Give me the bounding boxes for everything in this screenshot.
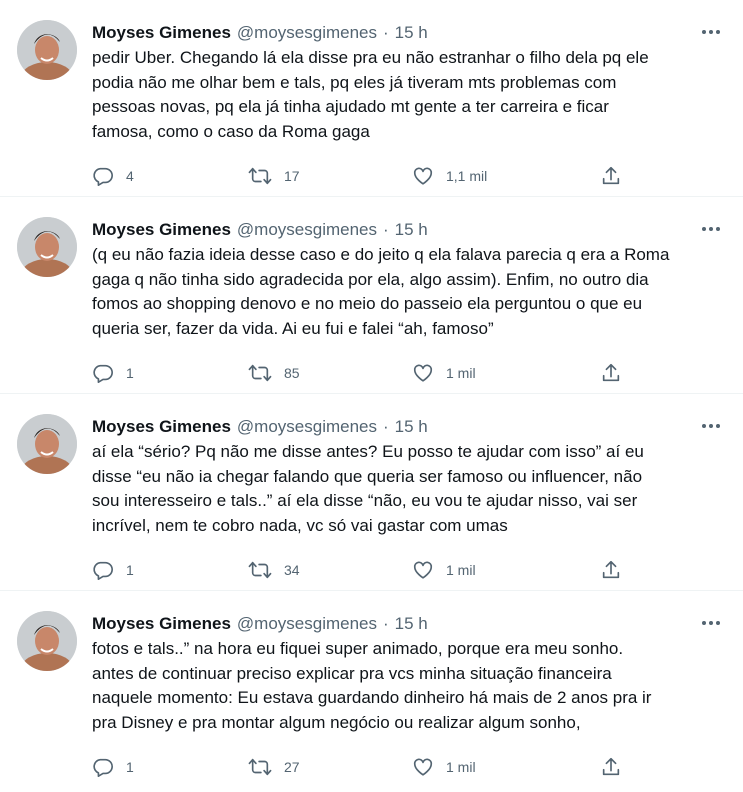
retweet-count: 34 <box>284 562 300 578</box>
profile-photo-icon <box>17 217 77 277</box>
tweet[interactable]: Moyses Gimenes @moysesgimenes · 15 h aí ela… <box>0 394 743 591</box>
more-options-icon <box>702 424 720 428</box>
share-button[interactable] <box>600 162 622 190</box>
tweet-actions: 1 85 1 mil <box>92 359 632 387</box>
like-button[interactable]: 1 mil <box>412 753 476 781</box>
author-handle[interactable]: @moysesgimenes <box>237 614 377 633</box>
tweet[interactable]: Moyses Gimenes @moysesgimenes · 15 h fotos … <box>0 591 743 788</box>
avatar[interactable] <box>17 414 77 474</box>
tweet-header: Moyses Gimenes @moysesgimenes · 15 h <box>92 22 723 44</box>
separator-dot: · <box>383 417 389 436</box>
avatar[interactable] <box>17 611 77 671</box>
timeline-feed: Moyses Gimenes @moysesgimenes · 15 h pedir … <box>0 0 743 788</box>
more-options-icon <box>702 30 720 34</box>
author-name[interactable]: Moyses Gimenes <box>92 614 231 633</box>
retweet-button[interactable]: 85 <box>248 359 300 387</box>
timestamp[interactable]: 15 h <box>395 220 428 239</box>
author-name[interactable]: Moyses Gimenes <box>92 23 231 42</box>
tweet[interactable]: Moyses Gimenes @moysesgimenes · 15 h (q eu … <box>0 197 743 394</box>
retweet-button[interactable]: 17 <box>248 162 300 190</box>
retweet-button[interactable]: 34 <box>248 556 300 584</box>
reply-count: 4 <box>126 168 134 184</box>
share-icon <box>602 560 620 579</box>
reply-icon <box>93 364 113 383</box>
retweet-icon <box>248 364 272 382</box>
like-button[interactable]: 1,1 mil <box>412 162 487 190</box>
reply-count: 1 <box>126 759 134 775</box>
more-options-icon <box>702 227 720 231</box>
share-icon <box>602 166 620 185</box>
retweet-icon <box>248 561 272 579</box>
separator-dot: · <box>383 220 389 239</box>
more-options-button[interactable] <box>697 609 725 637</box>
retweet-count: 27 <box>284 759 300 775</box>
share-icon <box>602 363 620 382</box>
tweet-text: (q eu não fazia ideia desse caso e do je… <box>92 245 670 338</box>
reply-button[interactable]: 1 <box>92 359 134 387</box>
reply-button[interactable]: 4 <box>92 162 134 190</box>
like-count: 1 mil <box>446 365 476 381</box>
avatar[interactable] <box>17 20 77 80</box>
more-options-button[interactable] <box>697 18 725 46</box>
heart-icon <box>413 561 433 579</box>
like-button[interactable]: 1 mil <box>412 359 476 387</box>
author-name[interactable]: Moyses Gimenes <box>92 417 231 436</box>
tweet-actions: 1 34 1 mil <box>92 556 632 584</box>
like-count: 1,1 mil <box>446 168 488 184</box>
reply-count: 1 <box>126 562 134 578</box>
profile-photo-icon <box>17 611 77 671</box>
retweet-icon <box>248 167 272 185</box>
more-options-icon <box>702 621 720 625</box>
reply-icon <box>93 561 113 580</box>
reply-icon <box>93 758 113 777</box>
tweet-actions: 1 27 1 mil <box>92 753 632 781</box>
retweet-count: 85 <box>284 365 300 381</box>
like-button[interactable]: 1 mil <box>412 556 476 584</box>
more-options-button[interactable] <box>697 215 725 243</box>
retweet-button[interactable]: 27 <box>248 753 300 781</box>
tweet-text: pedir Uber. Chegando lá ela disse pra eu… <box>92 48 649 141</box>
reply-button[interactable]: 1 <box>92 556 134 584</box>
retweet-count: 17 <box>284 168 300 184</box>
author-handle[interactable]: @moysesgimenes <box>237 220 377 239</box>
author-handle[interactable]: @moysesgimenes <box>237 23 377 42</box>
reply-icon <box>93 167 113 186</box>
share-icon <box>602 757 620 776</box>
more-options-button[interactable] <box>697 412 725 440</box>
reply-count: 1 <box>126 365 134 381</box>
avatar[interactable] <box>17 217 77 277</box>
heart-icon <box>413 167 433 185</box>
reply-button[interactable]: 1 <box>92 753 134 781</box>
profile-photo-icon <box>17 20 77 80</box>
heart-icon <box>413 758 433 776</box>
tweet-text: fotos e tals..” na hora eu fiquei super … <box>92 639 652 732</box>
profile-photo-icon <box>17 414 77 474</box>
like-count: 1 mil <box>446 759 476 775</box>
tweet-header: Moyses Gimenes @moysesgimenes · 15 h <box>92 416 723 438</box>
tweet-header: Moyses Gimenes @moysesgimenes · 15 h <box>92 613 723 635</box>
tweet[interactable]: Moyses Gimenes @moysesgimenes · 15 h pedir … <box>0 0 743 197</box>
tweet-header: Moyses Gimenes @moysesgimenes · 15 h <box>92 219 723 241</box>
separator-dot: · <box>383 614 389 633</box>
author-name[interactable]: Moyses Gimenes <box>92 220 231 239</box>
author-handle[interactable]: @moysesgimenes <box>237 417 377 436</box>
like-count: 1 mil <box>446 562 476 578</box>
share-button[interactable] <box>600 556 622 584</box>
timestamp[interactable]: 15 h <box>395 417 428 436</box>
retweet-icon <box>248 758 272 776</box>
tweet-text: aí ela “sério? Pq não me disse antes? Eu… <box>92 442 644 535</box>
tweet-actions: 4 17 1,1 mil <box>92 162 632 190</box>
share-button[interactable] <box>600 359 622 387</box>
share-button[interactable] <box>600 753 622 781</box>
separator-dot: · <box>383 23 389 42</box>
timestamp[interactable]: 15 h <box>395 614 428 633</box>
heart-icon <box>413 364 433 382</box>
timestamp[interactable]: 15 h <box>395 23 428 42</box>
